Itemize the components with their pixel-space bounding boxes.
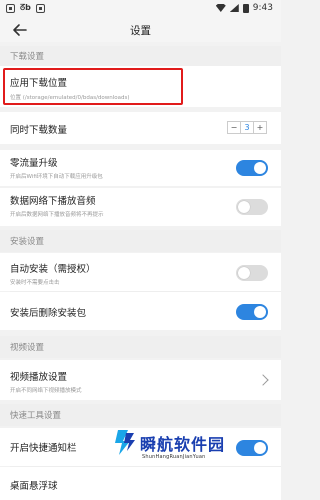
- toggle-knob: [238, 267, 250, 279]
- quantity-stepper[interactable]: − 3 +: [227, 121, 267, 134]
- section-video: 视频设置: [0, 336, 281, 358]
- row-title: 开启快捷通知栏: [10, 443, 77, 454]
- toggle-knob: [238, 201, 250, 213]
- square-app-icon: [35, 3, 45, 13]
- row-data-audio[interactable]: 数据网络下播放音频 开启后数据网络下播放音频将不再提示: [0, 188, 281, 226]
- toggle-knob: [254, 306, 266, 318]
- auto-install-toggle[interactable]: [236, 265, 268, 281]
- row-title: 安装后删除安装包: [10, 308, 87, 319]
- row-subtitle: 开启后Wifi环境下自动下载应用升级包: [10, 174, 103, 180]
- delete-after-install-toggle[interactable]: [236, 304, 268, 320]
- row-auto-install[interactable]: 自动安装（需授权） 安装时不需要点击击: [0, 253, 281, 291]
- status-bar-app-text: ᘔb: [20, 3, 31, 12]
- top-bar: 设置: [0, 18, 281, 42]
- watermark-subtext: ShunHangRuanJianYuan: [142, 454, 206, 460]
- row-title: 数据网络下播放音频: [10, 196, 96, 207]
- status-bar-left: ᘔb: [6, 3, 45, 13]
- row-zero-traffic[interactable]: 零流量升级 开启后Wifi环境下自动下载应用升级包: [0, 150, 281, 186]
- square-app-icon: [6, 3, 15, 13]
- wifi-icon: [215, 4, 226, 12]
- row-subtitle: 开启后数据网络下播放音频将不再提示: [10, 212, 104, 218]
- battery-icon: [242, 3, 249, 13]
- row-title: 视频播放设置: [10, 372, 68, 383]
- row-delete-after-install[interactable]: 安装后删除安装包: [0, 292, 281, 330]
- row-title: 零流量升级: [10, 158, 58, 169]
- status-bar: ᘔb 9:43: [0, 0, 281, 18]
- watermark-logo-icon: [115, 430, 135, 455]
- stepper-plus-button[interactable]: +: [254, 122, 266, 133]
- row-title: 自动安装（需授权）: [10, 264, 96, 275]
- row-subtitle: 开启不同网络下视频播放模式: [10, 388, 82, 394]
- signal-icon: [229, 4, 239, 12]
- highlight-box: [3, 68, 183, 105]
- stepper-minus-button[interactable]: −: [228, 122, 240, 133]
- row-video-play[interactable]: 视频播放设置 开启不同网络下视频播放模式: [0, 360, 281, 400]
- data-audio-toggle[interactable]: [236, 199, 268, 215]
- watermark: 瞬航软件园 ShunHangRuanJianYuan: [112, 425, 262, 475]
- toggle-knob: [254, 162, 266, 174]
- section-download: 下载设置: [0, 46, 281, 66]
- row-title: 桌面悬浮球: [10, 481, 58, 492]
- section-quick-tools: 快速工具设置: [0, 404, 281, 426]
- stepper-value: 3: [240, 122, 254, 133]
- row-title: 同时下载数量: [10, 125, 68, 136]
- section-install: 安装设置: [0, 230, 281, 252]
- watermark-text: 瞬航软件园: [140, 435, 226, 454]
- zero-traffic-toggle[interactable]: [236, 160, 268, 176]
- status-bar-right: 9:43: [215, 3, 273, 13]
- row-subtitle: 安装时不需要点击击: [10, 280, 60, 286]
- chevron-right-icon: [257, 374, 269, 386]
- page-title: 设置: [130, 25, 151, 37]
- status-time: 9:43: [252, 3, 273, 13]
